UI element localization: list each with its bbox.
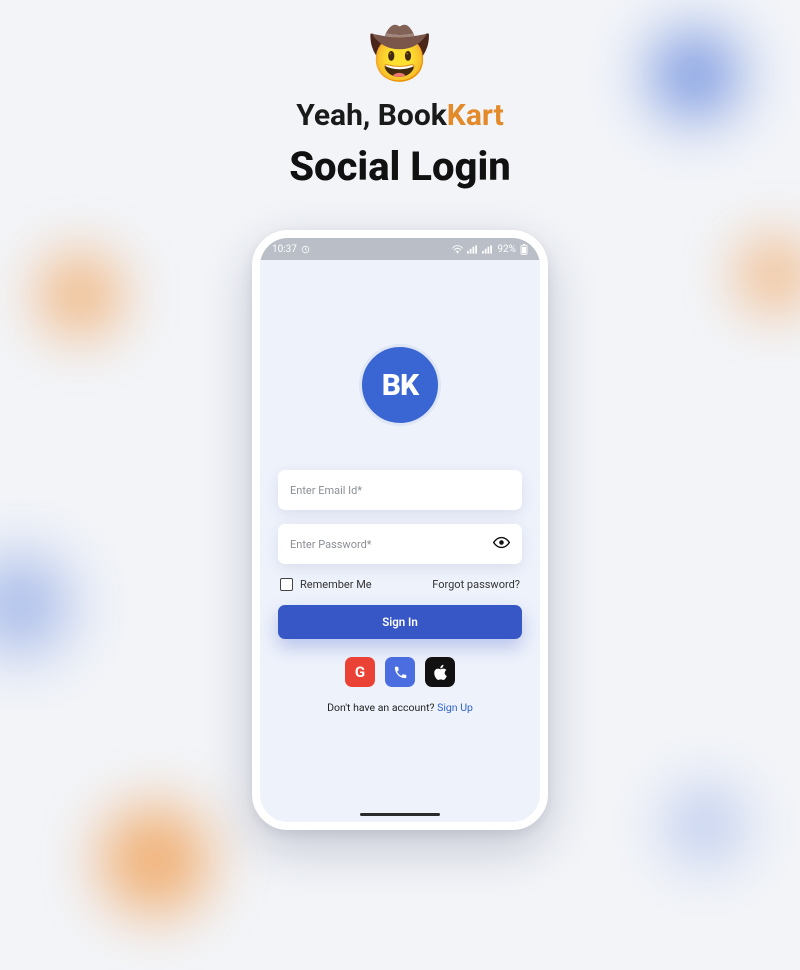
google-login-button[interactable]: G bbox=[345, 657, 375, 687]
hero-title-accent: Kart bbox=[447, 98, 504, 133]
hero-title-line1: Yeah, BookKart bbox=[0, 98, 800, 133]
phone-frame: 10:37 92% BK Enter Email Id* Ente bbox=[252, 230, 548, 830]
password-placeholder: Enter Password* bbox=[290, 538, 493, 551]
app-logo: BK bbox=[359, 344, 441, 426]
hero-title-line2: Social Login bbox=[0, 143, 800, 190]
login-screen: BK Enter Email Id* Enter Password* Remem… bbox=[260, 260, 540, 822]
wifi-icon bbox=[452, 245, 463, 254]
eye-icon[interactable] bbox=[493, 534, 510, 554]
forgot-password-link[interactable]: Forgot password? bbox=[432, 578, 520, 591]
statusbar-battery: 92% bbox=[497, 244, 516, 255]
home-indicator bbox=[360, 813, 440, 817]
signup-prompt: Don't have an account? Sign Up bbox=[278, 701, 522, 714]
email-placeholder: Enter Email Id* bbox=[290, 484, 510, 497]
remember-label: Remember Me bbox=[300, 578, 372, 591]
app-logo-text: BK bbox=[382, 368, 418, 403]
phone-icon bbox=[393, 665, 408, 680]
signal-icon bbox=[467, 245, 478, 254]
cowboy-emoji: 🤠 bbox=[0, 30, 800, 80]
apple-login-button[interactable] bbox=[425, 657, 455, 687]
battery-icon bbox=[520, 244, 528, 255]
apple-icon bbox=[433, 664, 448, 681]
email-field[interactable]: Enter Email Id* bbox=[278, 470, 522, 510]
statusbar: 10:37 92% bbox=[260, 238, 540, 260]
clock-icon bbox=[301, 245, 310, 254]
hero: 🤠 Yeah, BookKart Social Login bbox=[0, 0, 800, 190]
signal-icon bbox=[482, 245, 493, 254]
phone-login-button[interactable] bbox=[385, 657, 415, 687]
signup-text: Don't have an account? bbox=[327, 701, 437, 714]
google-icon: G bbox=[355, 663, 365, 681]
social-login-row: G bbox=[278, 657, 522, 687]
remember-checkbox[interactable] bbox=[280, 578, 293, 591]
hero-title-prefix: Yeah, Book bbox=[296, 98, 447, 133]
signup-link[interactable]: Sign Up bbox=[437, 701, 473, 714]
sign-in-button[interactable]: Sign In bbox=[278, 605, 522, 639]
password-field[interactable]: Enter Password* bbox=[278, 524, 522, 564]
remember-me[interactable]: Remember Me bbox=[280, 578, 372, 591]
statusbar-time: 10:37 bbox=[272, 244, 297, 255]
